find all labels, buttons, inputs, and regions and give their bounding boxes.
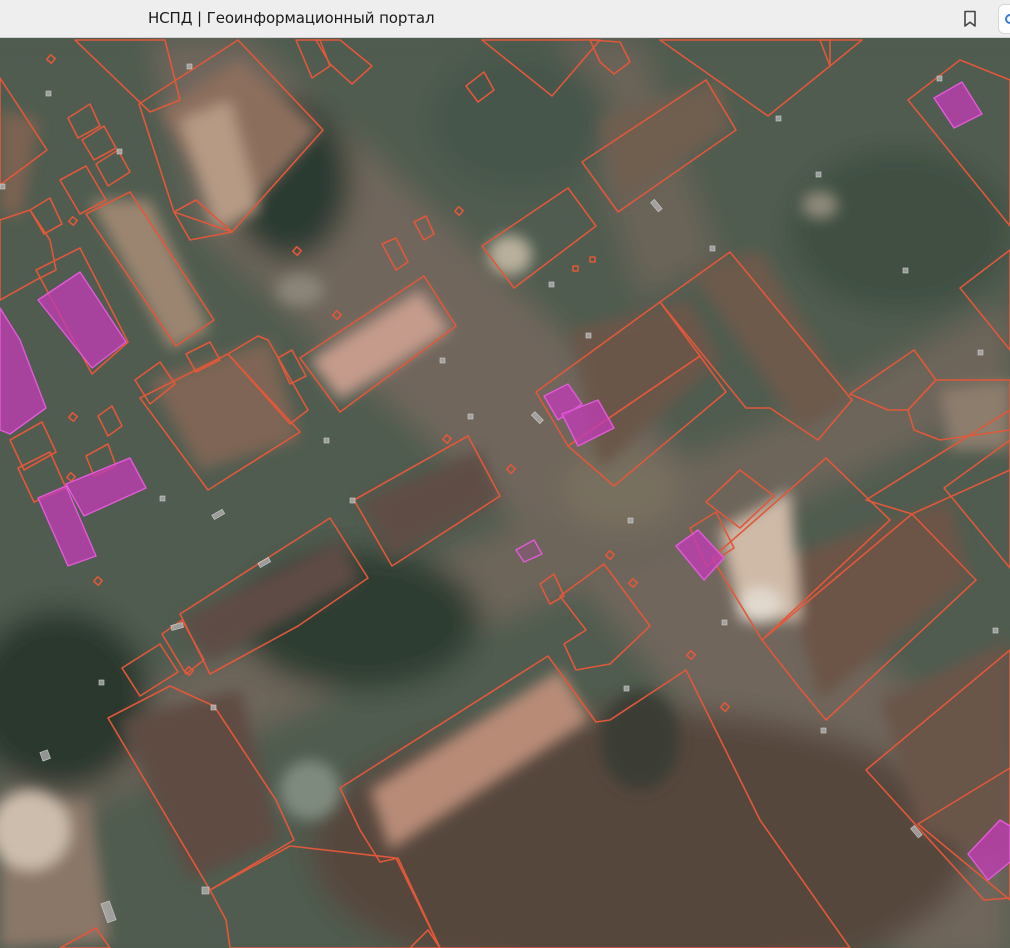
sidebar-toggle-button[interactable] xyxy=(998,4,1010,34)
browser-tab-bar: НСПД | Геоинформационный портал xyxy=(0,0,1010,38)
point-marker xyxy=(585,332,592,339)
map-viewport[interactable] xyxy=(0,38,1010,948)
point-marker xyxy=(992,627,999,634)
point-marker xyxy=(815,171,822,178)
bookmark-button[interactable] xyxy=(958,7,982,31)
point-marker xyxy=(349,497,356,504)
point-marker xyxy=(467,413,474,420)
point-marker xyxy=(439,357,446,364)
point-marker xyxy=(709,245,716,252)
map-canvas[interactable] xyxy=(0,38,1010,948)
point-marker xyxy=(936,75,943,82)
point-marker xyxy=(977,349,984,356)
sidebar-toggle-icon xyxy=(1005,14,1010,24)
point-marker xyxy=(0,183,6,190)
point-marker xyxy=(116,148,123,155)
point-marker xyxy=(159,495,166,502)
point-marker xyxy=(775,115,782,122)
point-marker xyxy=(98,679,105,686)
point-marker xyxy=(623,685,630,692)
point-marker xyxy=(548,281,555,288)
point-marker xyxy=(820,727,827,734)
point-marker xyxy=(627,517,634,524)
point-marker xyxy=(201,886,210,895)
point-marker xyxy=(210,704,217,711)
point-marker xyxy=(45,90,52,97)
tab-title[interactable]: НСПД | Геоинформационный портал xyxy=(148,9,435,27)
point-marker xyxy=(721,619,728,626)
point-marker xyxy=(323,437,330,444)
point-marker xyxy=(186,63,193,70)
satellite-imagery xyxy=(0,38,1010,948)
point-marker xyxy=(902,267,909,274)
bookmark-icon xyxy=(964,10,976,27)
